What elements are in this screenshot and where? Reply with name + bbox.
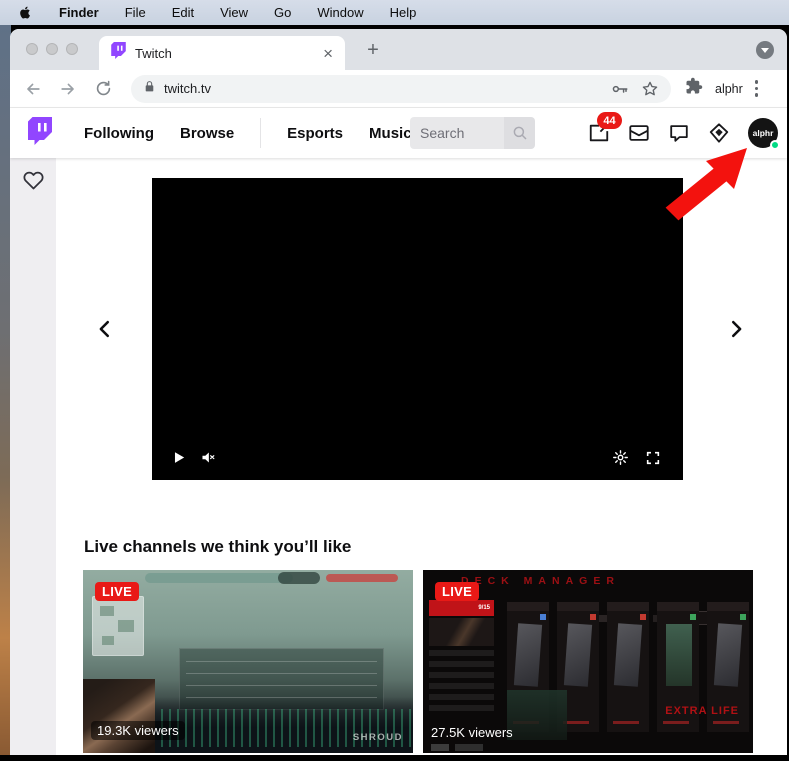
viewer-count: 19.3K viewers <box>91 721 185 740</box>
twitch-favicon <box>111 42 126 64</box>
stream-watermark: SHROUD <box>352 732 403 743</box>
live-badge: LIVE <box>95 582 140 601</box>
menubar-item-window[interactable]: Window <box>317 5 363 20</box>
thumbnail-hud <box>145 573 293 583</box>
zoom-window-button[interactable] <box>66 43 78 55</box>
tab-close-icon[interactable]: × <box>323 45 333 62</box>
nav-divider <box>260 118 262 148</box>
nav-following[interactable]: Following <box>84 125 154 142</box>
password-key-icon[interactable] <box>611 80 629 98</box>
stream-card-2[interactable]: DECK MANAGER 9/15 EXTRA LIFE LIVE 27.5K … <box>423 570 753 753</box>
viewer-count: 27.5K viewers <box>431 725 513 740</box>
player-settings-gear-icon[interactable] <box>612 449 629 466</box>
thumbnail-deck-banner: 9/15 <box>429 600 494 616</box>
live-channels-row: SHROUD LIVE 19.3K viewers DECK MANAGER 9… <box>83 570 753 753</box>
macos-menubar: Finder File Edit View Go Window Help <box>0 0 789 25</box>
thumbnail-hud <box>278 572 320 584</box>
twitch-content: Live channels we think you’ll like SHROU… <box>56 158 787 755</box>
extensions-puzzle-icon[interactable] <box>685 77 703 100</box>
thumbnail-ui <box>431 744 449 751</box>
forward-button[interactable] <box>57 78 79 100</box>
online-status-dot <box>770 140 780 150</box>
thumbnail-ui <box>455 744 483 751</box>
notification-count-badge: 44 <box>597 112 622 129</box>
menubar-item-edit[interactable]: Edit <box>172 5 194 20</box>
bookmark-star-icon[interactable] <box>641 80 659 98</box>
twitch-nav: Following Browse Esports Music <box>84 118 448 148</box>
thumbnail-ui <box>507 690 567 740</box>
back-button[interactable] <box>22 78 44 100</box>
tab-strip: Twitch × + <box>10 29 787 70</box>
window-controls <box>26 43 78 55</box>
twitch-search <box>410 117 535 149</box>
address-bar[interactable]: twitch.tv <box>131 74 671 103</box>
section-title: Live channels we think you’ll like <box>84 537 352 556</box>
live-badge: LIVE <box>435 582 480 601</box>
tab-title: Twitch <box>135 45 172 61</box>
close-window-button[interactable] <box>26 43 38 55</box>
stream-watermark: EXTRA LIFE <box>665 705 739 717</box>
search-input[interactable] <box>410 117 504 149</box>
nav-esports[interactable]: Esports <box>287 125 343 142</box>
play-icon[interactable] <box>170 449 187 466</box>
avatar-label: alphr <box>752 128 774 138</box>
twitch-sidebar <box>10 158 56 755</box>
thumbnail-deck-list <box>429 650 494 716</box>
menubar-item-go[interactable]: Go <box>274 5 291 20</box>
reload-button[interactable] <box>92 78 114 100</box>
nav-browse[interactable]: Browse <box>180 125 234 142</box>
muted-volume-icon[interactable] <box>200 449 217 466</box>
apple-icon[interactable] <box>18 5 33 20</box>
featured-video-player[interactable] <box>152 178 683 480</box>
url-text: twitch.tv <box>164 81 211 96</box>
whispers-mail-icon[interactable] <box>628 122 650 144</box>
thumbnail-facecam <box>83 679 155 753</box>
menubar-item-help[interactable]: Help <box>390 5 417 20</box>
browser-toolbar: twitch.tv alphr <box>10 70 787 108</box>
thumbnail-screen-title: DECK MANAGER <box>461 575 620 587</box>
minimize-window-button[interactable] <box>46 43 58 55</box>
tab-search-button[interactable] <box>756 41 774 59</box>
carousel-left-arrow[interactable] <box>92 316 118 342</box>
carousel-right-arrow[interactable] <box>723 316 749 342</box>
menubar-item-file[interactable]: File <box>125 5 146 20</box>
twitch-body: Live channels we think you’ll like SHROU… <box>10 158 787 755</box>
new-tab-button[interactable]: + <box>360 37 386 63</box>
twitch-logo[interactable] <box>28 116 52 150</box>
menubar-app-name[interactable]: Finder <box>59 5 99 20</box>
stream-card-1[interactable]: SHROUD LIVE 19.3K viewers <box>83 570 413 753</box>
menubar-item-view[interactable]: View <box>220 5 248 20</box>
chevron-down-icon <box>761 47 769 53</box>
desktop-screen: Finder File Edit View Go Window Help Twi… <box>0 0 789 761</box>
annotation-arrow <box>665 148 747 221</box>
browser-menu-icon[interactable] <box>754 80 759 97</box>
toolbar-extensions-area: alphr <box>685 77 759 100</box>
lock-icon[interactable] <box>143 80 156 98</box>
thumbnail-hud <box>326 574 398 582</box>
browser-profile-name[interactable]: alphr <box>715 82 743 96</box>
thumbnail-ui <box>429 618 494 646</box>
fullscreen-icon[interactable] <box>645 450 661 466</box>
nav-music[interactable]: Music <box>369 125 412 142</box>
search-button[interactable] <box>504 117 535 149</box>
followed-channels-heart-icon[interactable] <box>23 170 44 755</box>
browser-tab-twitch[interactable]: Twitch × <box>99 36 345 70</box>
thumbnail-minimap <box>92 596 144 656</box>
